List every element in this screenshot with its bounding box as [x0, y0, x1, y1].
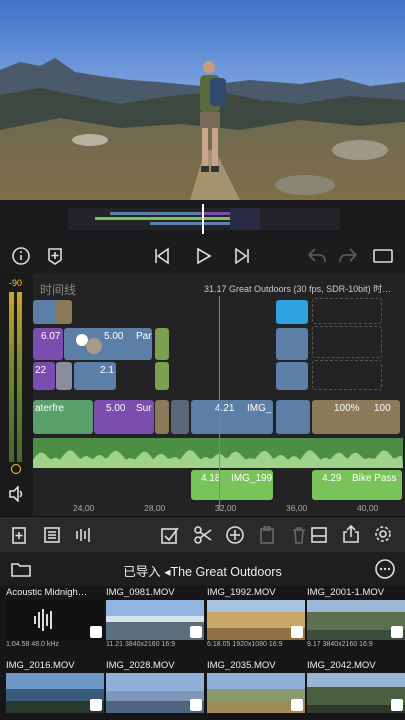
main-clip[interactable]: 100% 100	[312, 400, 400, 434]
add-marker-icon[interactable]	[43, 244, 67, 268]
clip[interactable]	[155, 400, 169, 434]
settings-gear-icon[interactable]	[373, 524, 393, 549]
video-thumb	[106, 600, 204, 640]
video-badge-icon	[391, 699, 403, 711]
video-thumb	[207, 673, 305, 713]
info-icon[interactable]	[9, 244, 33, 268]
layout-icon[interactable]	[309, 525, 329, 550]
clip[interactable]	[276, 400, 310, 434]
playhead[interactable]	[219, 296, 220, 510]
media-browser: Acoustic Midnigh… 1:04.58 48.0 kHz IMG_0…	[0, 586, 405, 720]
media-item[interactable]: IMG_2016.MOV	[6, 660, 104, 713]
audio-meter: -90	[0, 274, 33, 516]
timeline-overview[interactable]	[0, 200, 405, 238]
ruler-tick: 24,00	[73, 503, 95, 513]
clip-thumb	[86, 338, 102, 354]
video-badge-icon	[291, 699, 303, 711]
audio-clip[interactable]: 4.29 Bike Pass	[312, 470, 402, 500]
redo-icon[interactable]	[337, 244, 361, 268]
import-icon[interactable]	[10, 525, 30, 550]
skip-back-icon[interactable]	[150, 244, 174, 268]
waveform-icon[interactable]	[74, 525, 94, 550]
ruler-tick: 40,00	[357, 503, 379, 513]
audio-clip[interactable]: 4.18 IMG_199	[191, 470, 273, 500]
select-icon[interactable]	[160, 525, 180, 550]
video-thumb	[307, 600, 405, 640]
clip[interactable]	[155, 362, 169, 390]
main-clip[interactable]: aterfre	[33, 400, 93, 434]
media-item[interactable]: IMG_2035.MOV	[207, 660, 305, 713]
speaker-icon	[90, 626, 102, 638]
media-item[interactable]: IMG_2001-1.MOV 9.17 3840x2160 16:9	[307, 587, 405, 648]
video-clip[interactable]: 2.1	[74, 362, 116, 390]
clip[interactable]	[155, 328, 169, 360]
video-clip[interactable]: 5.00 Par	[64, 328, 152, 360]
clip[interactable]	[276, 328, 308, 360]
browser-title[interactable]: 已导入 ◂The Great Outdoors	[0, 561, 405, 580]
fullscreen-icon[interactable]	[372, 244, 394, 268]
clip[interactable]	[56, 362, 72, 390]
timeline-info: 31.17 Great Outdoors (30 fps, SDR-10bit)…	[204, 284, 392, 294]
delete-icon[interactable]	[289, 525, 309, 550]
clip[interactable]	[171, 400, 189, 434]
transport-bar	[0, 238, 405, 274]
clip[interactable]	[56, 300, 72, 324]
media-item[interactable]: IMG_1992.MOV 6:18.05 1920x1080 16:9	[207, 587, 305, 648]
video-thumb	[307, 673, 405, 713]
more-options-icon[interactable]	[374, 558, 396, 585]
media-item[interactable]: Acoustic Midnigh… 1:04.58 48.0 kHz	[6, 587, 104, 648]
video-badge-icon	[190, 626, 202, 638]
video-preview[interactable]	[0, 0, 405, 200]
ruler-tick: 36,00	[286, 503, 308, 513]
clip-placeholder[interactable]	[312, 360, 382, 390]
video-thumb	[207, 600, 305, 640]
video-badge-icon	[391, 626, 403, 638]
clip[interactable]	[276, 362, 308, 390]
video-badge-icon	[190, 699, 202, 711]
clip-placeholder[interactable]	[312, 298, 382, 324]
ruler-tick: 28,00	[144, 503, 166, 513]
edit-toolbar	[0, 516, 405, 552]
meter-peak: -90	[9, 278, 23, 288]
clip-placeholder[interactable]	[312, 326, 382, 358]
add-icon[interactable]	[225, 525, 245, 550]
overview-playhead[interactable]	[202, 204, 204, 234]
media-item[interactable]: IMG_2028.MOV	[106, 660, 204, 713]
timeline-label: 时间线	[40, 283, 77, 297]
main-clip[interactable]: 5.00 Sur	[94, 400, 154, 434]
skip-forward-icon[interactable]	[230, 244, 254, 268]
media-item[interactable]: IMG_0981.MOV 11.21 3840x2160 16:9	[106, 587, 204, 648]
undo-icon[interactable]	[304, 244, 328, 268]
media-browser-header: 已导入 ◂The Great Outdoors	[0, 552, 405, 586]
main-clip[interactable]: 4.21 IMG_	[191, 400, 273, 434]
play-icon[interactable]	[191, 244, 215, 268]
audio-thumb	[6, 600, 104, 640]
share-icon[interactable]	[341, 524, 361, 549]
media-item[interactable]: IMG_2042.MOV	[307, 660, 405, 713]
split-scissors-icon[interactable]	[193, 525, 213, 550]
clip[interactable]	[276, 300, 308, 324]
timeline[interactable]: 时间线 31.17 Great Outdoors (30 fps, SDR-10…	[0, 274, 405, 516]
clipboard-icon[interactable]	[257, 525, 277, 550]
video-badge-icon	[90, 699, 102, 711]
title-clip[interactable]: 6.07	[33, 328, 63, 360]
video-thumb	[6, 673, 104, 713]
video-thumb	[106, 673, 204, 713]
speaker-icon[interactable]	[8, 485, 26, 507]
audio-track[interactable]	[33, 438, 403, 468]
video-badge-icon	[291, 626, 303, 638]
list-view-icon[interactable]	[42, 525, 62, 550]
volume-knob[interactable]	[11, 464, 21, 474]
title-clip[interactable]: 22	[33, 362, 55, 390]
